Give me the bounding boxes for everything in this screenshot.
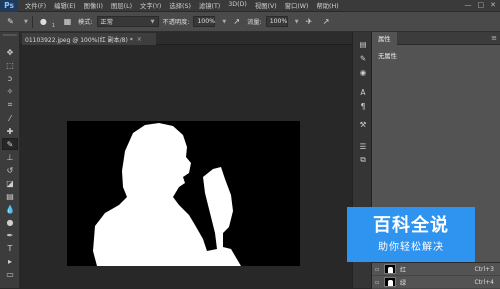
silhouette-mask-image (93, 123, 241, 266)
quick-select-icon[interactable]: ✧ (2, 85, 18, 97)
marquee-icon[interactable]: ⬚ (2, 59, 18, 71)
channel-name: 绿 (400, 279, 407, 287)
minimize-button[interactable]: — (465, 1, 472, 9)
brush-size-value: 1 (51, 22, 56, 29)
channel-name: 红 (400, 266, 407, 274)
close-icon[interactable]: × (137, 36, 142, 43)
document-canvas[interactable] (67, 121, 300, 266)
panel-menu-icon[interactable]: ≡ (491, 34, 497, 42)
airbrush-icon[interactable]: ✈ (303, 15, 316, 28)
flow-input[interactable]: 100% (265, 16, 288, 27)
paragraph-icon[interactable]: ¶ (356, 100, 370, 112)
chevron-down-icon: ▼ (150, 18, 155, 25)
menu-edit[interactable]: 编辑(E) (50, 1, 80, 10)
close-button[interactable]: ✕ (490, 1, 496, 9)
dodge-icon[interactable]: ● (2, 216, 18, 228)
menu-filter[interactable]: 滤镜(T) (195, 1, 224, 10)
divider (31, 15, 33, 28)
flow-dropdown-icon[interactable]: ▼ (295, 19, 299, 25)
menu-3d[interactable]: 3D(D) (224, 1, 251, 10)
brush-icon[interactable]: ✎ (2, 138, 18, 150)
document-title: 01103922.jpeg @ 100%(红 副本/8) * (25, 36, 133, 44)
panel-grip[interactable] (3, 34, 17, 36)
menu-file[interactable]: 文件(F) (21, 1, 50, 10)
pen-icon[interactable]: ✒ (2, 229, 18, 241)
blur-icon[interactable]: 💧 (2, 203, 18, 215)
menu-bar: Ps 文件(F) 编辑(E) 图像(I) 图层(L) 文字(Y) 选择(S) 滤… (0, 0, 500, 12)
history-icon[interactable]: ▤ (356, 38, 370, 50)
tool-presets-icon[interactable]: ⚒ (356, 118, 370, 130)
menu-help[interactable]: 帮助(H) (312, 1, 342, 10)
tab-properties[interactable]: 属性 (372, 31, 397, 45)
maximize-button[interactable]: □ (478, 1, 485, 9)
channels-panel: ▫ 红 Ctrl+3 ▫ 绿 Ctrl+4 (372, 262, 500, 289)
move-icon[interactable]: ✥ (2, 46, 18, 58)
baike-watermark: 百科全说 助你轻松解决 (347, 207, 475, 262)
brush-panel-icon[interactable]: ☰ (356, 140, 370, 152)
opacity-dropdown-icon[interactable]: ▼ (222, 19, 226, 25)
eyedropper-icon[interactable]: ⁄ (2, 112, 18, 124)
menu-items: 文件(F) 编辑(E) 图像(I) 图层(L) 文字(Y) 选择(S) 滤镜(T… (21, 1, 343, 10)
menu-layer[interactable]: 图层(L) (107, 1, 136, 10)
brush-panel-icon[interactable]: ▦ (61, 15, 74, 28)
menu-select[interactable]: 选择(S) (165, 1, 195, 10)
gradient-icon[interactable]: ▤ (2, 190, 18, 202)
opacity-input[interactable]: 100% (193, 16, 216, 27)
flow-label: 流量: (247, 19, 262, 26)
mode-value: 正常 (100, 19, 113, 26)
healing-icon[interactable]: ✚ (2, 125, 18, 137)
channel-thumbnail (384, 264, 396, 274)
photoshop-logo: Ps (0, 0, 18, 12)
menu-view[interactable]: 视图(V) (251, 1, 281, 10)
opacity-value: 100% (197, 18, 216, 25)
swatches-icon[interactable]: ⧉ (356, 154, 370, 166)
no-properties-text: 无属性 (378, 53, 397, 60)
type-icon[interactable]: T (2, 242, 18, 254)
channel-thumbnail (384, 277, 396, 287)
list-item[interactable]: ▫ 绿 Ctrl+4 (372, 276, 500, 289)
menu-image[interactable]: 图像(I) (80, 1, 107, 10)
menu-type[interactable]: 文字(Y) (136, 1, 165, 10)
document-tab-bar: 01103922.jpeg @ 100%(红 副本/8) * × (20, 32, 352, 45)
chevron-down-icon[interactable]: ▼ (24, 19, 28, 25)
crop-icon[interactable]: ⌗ (2, 99, 18, 111)
history-brush-icon[interactable]: ↺ (2, 164, 18, 176)
channel-shortcut: Ctrl+3 (474, 265, 494, 273)
shape-icon[interactable]: ▭ (2, 268, 18, 280)
stamp-icon[interactable]: ⊥ (2, 151, 18, 163)
brush-picker-icon[interactable]: ● (37, 15, 50, 28)
brush-tool-preset-icon[interactable]: ✎ (4, 15, 17, 28)
path-select-icon[interactable]: ▸ (2, 255, 18, 267)
flow-value: 100% (269, 18, 288, 25)
tools-panel: ✥ ⬚ ↄ ✧ ⌗ ⁄ ✚ ✎ ⊥ ↺ ◪ ▤ 💧 ● ✒ T ▸ ▭ (0, 32, 20, 288)
watermark-title: 百科全说 (373, 215, 449, 236)
menu-window[interactable]: 窗口(W) (281, 1, 313, 10)
visibility-icon[interactable]: ▫ (372, 266, 382, 273)
eraser-icon[interactable]: ◪ (2, 177, 18, 189)
channel-shortcut: Ctrl+4 (474, 278, 494, 286)
brush-preset-icon[interactable]: ✎ (356, 52, 370, 64)
watermark-subtitle: 助你轻松解决 (378, 242, 444, 253)
pressure-opacity-icon[interactable]: ↗ (230, 15, 243, 28)
mode-label: 模式: (78, 19, 93, 26)
mode-select[interactable]: 正常 ▼ (96, 16, 159, 27)
opacity-label: 不透明度: (162, 19, 190, 26)
visibility-icon[interactable]: ▫ (372, 279, 382, 286)
pressure-size-icon[interactable]: ↗ (320, 15, 333, 28)
properties-header: 属性 ≡ (372, 31, 500, 45)
window-controls: — □ ✕ (465, 1, 497, 9)
options-bar: ✎ ▼ ● 1 ▦ 模式: 正常 ▼ 不透明度: 100% ▼ ↗ 流量: 10… (0, 12, 500, 32)
list-item[interactable]: ▫ 红 Ctrl+3 (372, 263, 500, 276)
character-icon[interactable]: A (356, 86, 370, 98)
lasso-icon[interactable]: ↄ (2, 72, 18, 84)
clone-source-icon[interactable]: ◉ (356, 66, 370, 78)
document-tab[interactable]: 01103922.jpeg @ 100%(红 副本/8) * × (22, 33, 156, 45)
